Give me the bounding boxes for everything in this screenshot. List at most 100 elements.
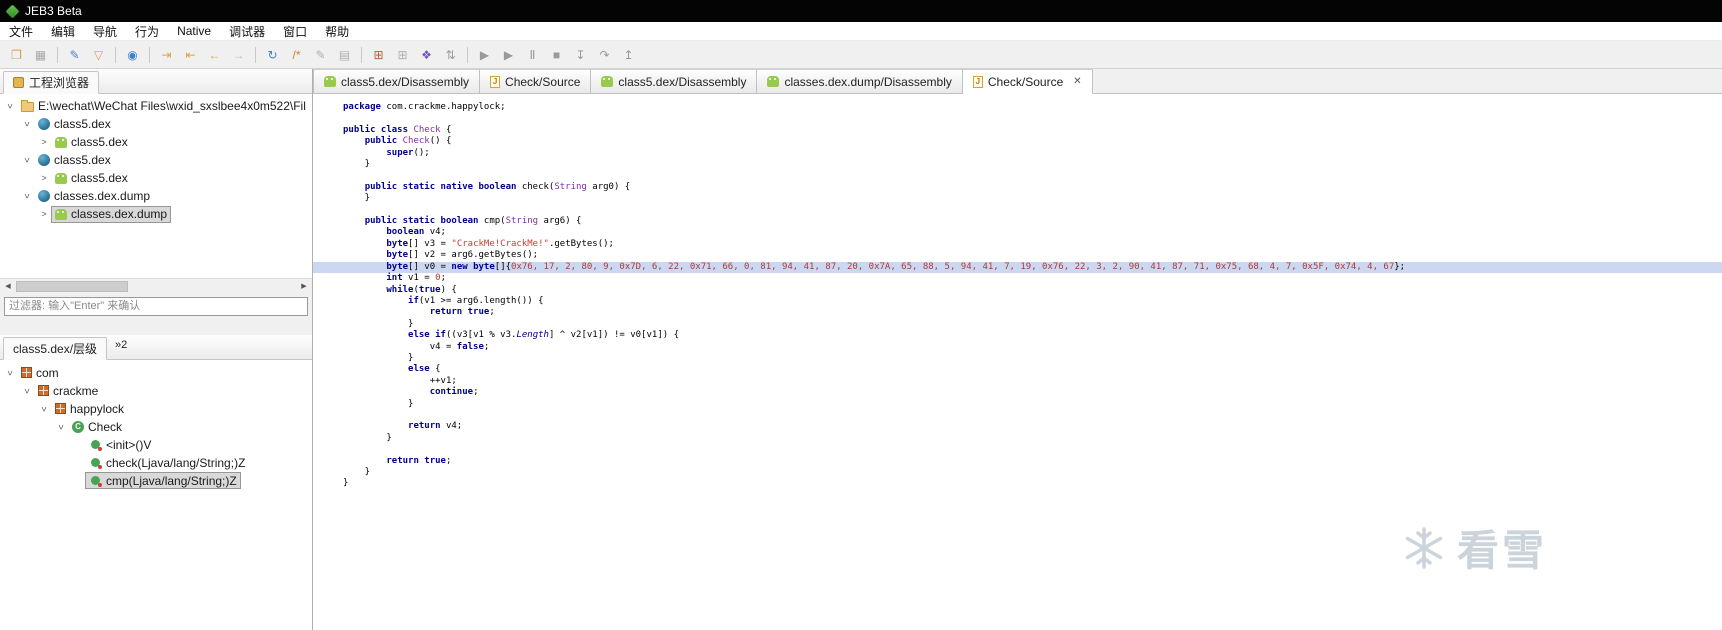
code-line[interactable] <box>313 113 1722 124</box>
hierarchy-tree-row[interactable]: > C Check <box>0 418 312 436</box>
hierarchy-tree-row[interactable]: check(Ljava/lang/String;)Z <box>0 454 312 472</box>
scroll-right-icon[interactable]: ▶ <box>296 279 312 294</box>
hierarchy-tree-row[interactable]: > happylock <box>0 400 312 418</box>
step-out-icon[interactable]: ↥ <box>617 44 640 66</box>
code-line[interactable]: public static native boolean check(Strin… <box>313 182 1722 193</box>
expander-open-icon[interactable]: > <box>5 366 15 380</box>
code-line[interactable]: if(v1 >= arg6.length()) { <box>313 296 1722 307</box>
code-line[interactable]: } <box>313 433 1722 444</box>
expander-closed-icon[interactable]: > <box>37 137 51 147</box>
code-line[interactable]: else if((v3[v1 % v3.Length] ^ v2[v1]) !=… <box>313 330 1722 341</box>
highlighted-code-line[interactable]: byte[] v0 = new byte[]{0x76, 17, 2, 80, … <box>313 261 1722 274</box>
code-line[interactable]: else { <box>313 364 1722 375</box>
project-tree-row[interactable]: > class5.dex <box>0 169 312 187</box>
code-line[interactable]: } <box>313 399 1722 410</box>
expander-closed-icon[interactable]: > <box>37 209 51 219</box>
code-line[interactable]: } <box>313 353 1722 364</box>
expander-open-icon[interactable]: > <box>39 402 49 416</box>
hierarchy-tree-row[interactable]: cmp(Ljava/lang/String;)Z <box>0 472 312 490</box>
project-tree-row[interactable]: > classes.dex.dump <box>0 187 312 205</box>
code-line[interactable]: } <box>313 319 1722 330</box>
sort-icon[interactable]: ⇅ <box>439 44 462 66</box>
memory-icon[interactable]: ⊞ <box>391 44 414 66</box>
editor-tab[interactable]: class5.dex/Disassembly <box>591 69 758 93</box>
code-line[interactable]: } <box>313 193 1722 204</box>
menu-item[interactable]: 导航 <box>84 22 126 40</box>
hierarchy-tree-row[interactable]: > crackme <box>0 382 312 400</box>
flask-icon[interactable]: ▽ <box>87 44 110 66</box>
step-over-icon[interactable]: ↷ <box>593 44 616 66</box>
filter-input[interactable] <box>4 296 308 316</box>
debug-pause-icon[interactable]: Ⅱ <box>521 44 544 66</box>
table-icon[interactable]: ⊞ <box>367 44 390 66</box>
menu-item[interactable]: 帮助 <box>316 22 358 40</box>
menu-item[interactable]: 窗口 <box>274 22 316 40</box>
expander-open-icon[interactable]: > <box>22 117 32 131</box>
code-line[interactable]: return v4; <box>313 421 1722 432</box>
code-line[interactable]: } <box>313 159 1722 170</box>
code-line[interactable]: int v1 = 0; <box>313 273 1722 284</box>
code-line[interactable]: } <box>313 467 1722 478</box>
view-overflow-chevron[interactable]: »2 <box>115 339 127 355</box>
menu-item[interactable]: 文件 <box>0 22 42 40</box>
panel-sash[interactable] <box>0 319 312 335</box>
project-tree-row[interactable]: > class5.dex <box>0 115 312 133</box>
code-area[interactable]: package com.crackme.happylock; public cl… <box>313 94 1722 630</box>
code-line[interactable]: } <box>313 478 1722 489</box>
save-icon[interactable]: ▦ <box>29 44 52 66</box>
project-tree-hscrollbar[interactable]: ◀ ▶ <box>0 278 312 293</box>
code-line[interactable] <box>313 410 1722 421</box>
types-icon[interactable]: ❖ <box>415 44 438 66</box>
code-line[interactable]: byte[] v3 = "CrackMe!CrackMe!".getBytes(… <box>313 239 1722 250</box>
rename-icon[interactable]: ✎ <box>309 44 332 66</box>
code-line[interactable]: continue; <box>313 387 1722 398</box>
code-line[interactable]: package com.crackme.happylock; <box>313 102 1722 113</box>
debug-run-icon[interactable]: ▶ <box>497 44 520 66</box>
menu-item[interactable]: 编辑 <box>42 22 84 40</box>
code-line[interactable]: return true; <box>313 307 1722 318</box>
open-icon[interactable]: ❐ <box>5 44 28 66</box>
refresh-icon[interactable]: ↻ <box>261 44 284 66</box>
scroll-left-icon[interactable]: ◀ <box>0 279 16 294</box>
jump-into-icon[interactable]: ⇥ <box>155 44 178 66</box>
globe-icon[interactable]: ◉ <box>121 44 144 66</box>
comment-icon[interactable]: /* <box>285 44 308 66</box>
scrollbar-track[interactable] <box>16 279 296 294</box>
step-into-icon[interactable]: ↧ <box>569 44 592 66</box>
debug-start-icon[interactable]: ▶ <box>473 44 496 66</box>
expander-open-icon[interactable]: > <box>22 189 32 203</box>
expander-open-icon[interactable]: > <box>5 99 15 113</box>
code-line[interactable] <box>313 170 1722 181</box>
code-line[interactable]: super(); <box>313 148 1722 159</box>
editor-tab[interactable]: J Check/Source <box>480 69 592 93</box>
code-line[interactable]: ++v1; <box>313 376 1722 387</box>
expander-open-icon[interactable]: > <box>22 384 32 398</box>
code-line[interactable]: boolean v4; <box>313 227 1722 238</box>
project-tree-row[interactable]: > E:\wechat\WeChat Files\wxid_sxslbee4x0m… <box>0 97 312 115</box>
code-line[interactable]: v4 = false; <box>313 342 1722 353</box>
code-line[interactable]: while(true) { <box>313 285 1722 296</box>
menu-item[interactable]: 调试器 <box>220 22 274 40</box>
project-tree-row[interactable]: > classes.dex.dump <box>0 205 312 223</box>
menu-item[interactable]: Native <box>168 22 220 40</box>
project-tree-row[interactable]: > class5.dex <box>0 133 312 151</box>
tab-hierarchy[interactable]: class5.dex/层级 <box>3 336 108 360</box>
code-line[interactable]: byte[] v2 = arg6.getBytes(); <box>313 250 1722 261</box>
hierarchy-tree-row[interactable]: > com <box>0 364 312 382</box>
menu-item[interactable]: 行为 <box>126 22 168 40</box>
jump-back-icon[interactable]: ⇤ <box>179 44 202 66</box>
hierarchy-tree-row[interactable]: <init>()V <box>0 436 312 454</box>
code-line[interactable] <box>313 205 1722 216</box>
code-line[interactable]: public Check() { <box>313 136 1722 147</box>
nav-forward-icon[interactable]: → <box>227 44 250 66</box>
debug-stop-icon[interactable]: ■ <box>545 44 568 66</box>
editor-tab[interactable]: classes.dex.dump/Disassembly <box>757 69 963 93</box>
code-line[interactable] <box>313 444 1722 455</box>
expander-open-icon[interactable]: > <box>56 420 66 434</box>
code-line[interactable]: public class Check { <box>313 125 1722 136</box>
tab-close-icon[interactable]: ✕ <box>1073 76 1081 87</box>
brush-icon[interactable]: ✎ <box>63 44 86 66</box>
scrollbar-thumb[interactable] <box>16 280 128 292</box>
code-line[interactable]: public static boolean cmp(String arg6) { <box>313 216 1722 227</box>
editor-tab[interactable]: class5.dex/Disassembly <box>313 69 481 93</box>
